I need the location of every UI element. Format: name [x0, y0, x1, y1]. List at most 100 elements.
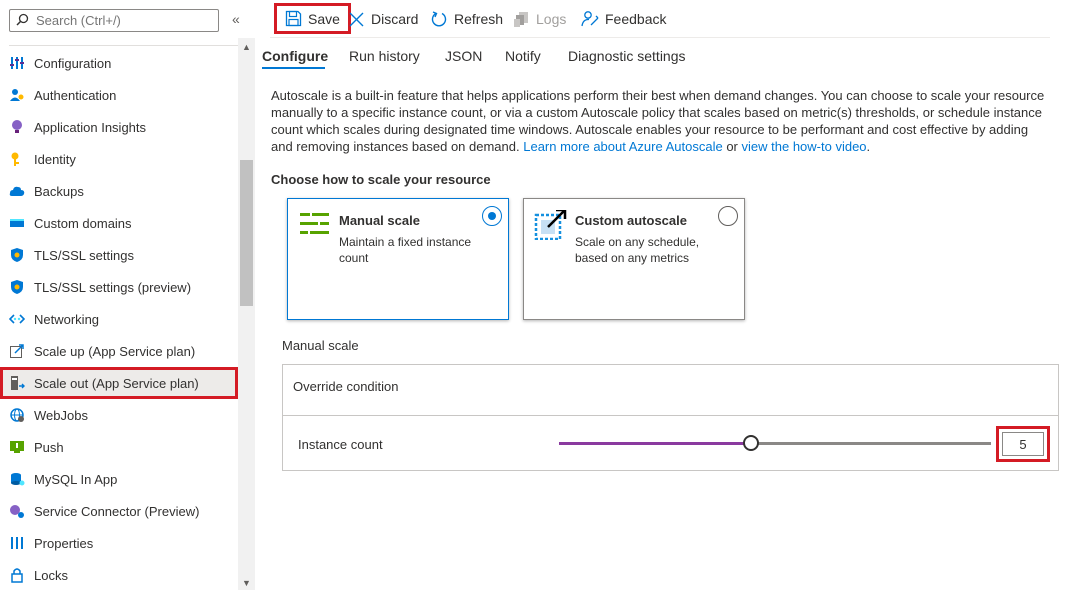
service-connector-icon — [8, 502, 26, 520]
identity-icon — [8, 150, 26, 168]
sidebar-item-label: Backups — [34, 183, 84, 199]
authentication-icon — [8, 86, 26, 104]
sidebar-scrollbar[interactable]: ▲ ▼ — [238, 38, 255, 590]
description-end: . — [866, 139, 871, 154]
lock-icon — [8, 566, 26, 584]
sidebar-divider — [9, 45, 245, 46]
sidebar-item-service-connector[interactable]: Service Connector (Preview) — [0, 495, 238, 527]
description-connector: or — [726, 139, 738, 154]
instance-count-input[interactable] — [1002, 432, 1044, 456]
command-bar: Save Discard Refresh Logs Feedback — [270, 0, 1050, 38]
networking-icon — [8, 310, 26, 328]
custom-domains-icon — [8, 214, 26, 232]
sidebar-item-configuration[interactable]: Configuration — [0, 47, 238, 79]
shield-icon — [8, 246, 26, 264]
feedback-label: Feedback — [605, 11, 667, 27]
scroll-down-arrow-icon[interactable]: ▼ — [242, 578, 251, 588]
manual-scale-card[interactable]: Manual scale Maintain a fixed instance c… — [287, 198, 509, 320]
webjobs-icon — [8, 406, 26, 424]
refresh-label: Refresh — [454, 11, 504, 27]
sidebar-item-label: Custom domains — [34, 215, 132, 231]
active-tab-indicator — [262, 67, 325, 69]
sidebar-item-label: Locks — [34, 567, 68, 583]
sidebar-item-tls-ssl-settings[interactable]: TLS/SSL settings — [0, 239, 238, 271]
sidebar-item-label: Authentication — [34, 87, 117, 103]
manual-scale-radio[interactable] — [482, 206, 502, 226]
sidebar-item-label: MySQL In App — [34, 471, 118, 487]
manual-scale-description: Maintain a fixed instance count — [339, 235, 472, 265]
sidebar-item-label: Networking — [34, 311, 100, 327]
shield-icon — [8, 278, 26, 296]
collapse-sidebar-icon[interactable]: « — [232, 11, 240, 27]
sidebar-item-tls-ssl-settings-preview[interactable]: TLS/SSL settings (preview) — [0, 271, 238, 303]
sidebar-item-scale-up[interactable]: Scale up (App Service plan) — [0, 335, 238, 367]
sidebar-nav: Configuration Authentication Application… — [0, 47, 238, 590]
manual-scale-title: Manual scale — [339, 213, 420, 228]
tab-run-history[interactable]: Run history — [349, 48, 420, 64]
search-icon — [16, 13, 32, 29]
logs-icon — [513, 11, 530, 28]
sidebar-item-properties[interactable]: Properties — [0, 527, 238, 559]
discard-button[interactable]: Discard — [348, 0, 418, 38]
discard-label: Discard — [371, 11, 419, 27]
sidebar-item-scale-out[interactable]: Scale out (App Service plan) — [0, 367, 238, 399]
slider-thumb[interactable] — [743, 435, 759, 451]
scroll-thumb[interactable] — [240, 160, 253, 306]
autoscale-description: Autoscale is a built-in feature that hel… — [271, 87, 1051, 155]
sidebar-item-push[interactable]: Push — [0, 431, 238, 463]
sidebar-item-label: Scale up (App Service plan) — [34, 343, 196, 359]
logs-label: Logs — [536, 11, 567, 27]
sidebar-item-label: Application Insights — [34, 119, 147, 135]
custom-autoscale-icon — [534, 208, 568, 241]
sidebar-item-label: Properties — [34, 535, 94, 551]
save-label: Save — [308, 10, 340, 27]
sidebar-item-locks[interactable]: Locks — [0, 559, 238, 590]
section-heading: Choose how to scale your resource — [271, 172, 491, 187]
override-condition-panel: Override condition Instance count — [282, 364, 1059, 471]
sidebar: « Configuration Authentication Applicati… — [0, 0, 256, 590]
feedback-button[interactable]: Feedback — [581, 0, 666, 38]
manual-scale-section-label: Manual scale — [282, 338, 359, 353]
sidebar-item-application-insights[interactable]: Application Insights — [0, 111, 238, 143]
custom-autoscale-description: Scale on any schedule, based on any metr… — [575, 235, 700, 265]
sidebar-item-webjobs[interactable]: WebJobs — [0, 399, 238, 431]
learn-more-link[interactable]: Learn more about Azure Autoscale — [523, 139, 722, 154]
sidebar-item-authentication[interactable]: Authentication — [0, 79, 238, 111]
sidebar-item-identity[interactable]: Identity — [0, 143, 238, 175]
scale-up-icon — [8, 342, 26, 360]
save-button[interactable]: Save — [274, 3, 351, 34]
tab-configure[interactable]: Configure — [262, 48, 328, 64]
backups-icon — [8, 182, 26, 200]
tab-diagnostic-settings[interactable]: Diagnostic settings — [568, 48, 686, 64]
scroll-up-arrow-icon[interactable]: ▲ — [242, 42, 251, 52]
sidebar-item-custom-domains[interactable]: Custom domains — [0, 207, 238, 239]
sidebar-item-label: Configuration — [34, 55, 112, 71]
sidebar-item-networking[interactable]: Networking — [0, 303, 238, 335]
manual-scale-icon — [298, 210, 332, 240]
sidebar-item-label: TLS/SSL settings — [34, 247, 134, 263]
close-icon — [348, 11, 365, 28]
search-box[interactable] — [9, 9, 219, 32]
logs-button[interactable]: Logs — [513, 0, 566, 38]
instance-count-slider[interactable] — [559, 435, 991, 451]
custom-autoscale-radio[interactable] — [718, 206, 738, 226]
sidebar-item-mysql-in-app[interactable]: MySQL In App — [0, 463, 238, 495]
sidebar-item-label: Service Connector (Preview) — [34, 503, 200, 519]
tab-json[interactable]: JSON — [445, 48, 482, 64]
configuration-icon — [8, 54, 26, 72]
override-condition-header: Override condition — [283, 365, 1058, 416]
feedback-icon — [581, 10, 599, 28]
sidebar-item-label: Scale out (App Service plan) — [34, 375, 199, 391]
sidebar-item-backups[interactable]: Backups — [0, 175, 238, 207]
save-icon — [285, 10, 302, 27]
refresh-button[interactable]: Refresh — [430, 0, 503, 38]
instance-count-highlight — [996, 426, 1050, 462]
sidebar-item-label: Push — [34, 439, 64, 455]
tab-notify[interactable]: Notify — [505, 48, 541, 64]
instance-count-label: Instance count — [298, 437, 383, 452]
how-to-video-link[interactable]: view the how-to video — [742, 139, 867, 154]
custom-autoscale-card[interactable]: Custom autoscale Scale on any schedule, … — [523, 198, 745, 320]
search-input[interactable] — [36, 13, 206, 28]
application-insights-icon — [8, 118, 26, 136]
sidebar-item-label: Identity — [34, 151, 76, 167]
